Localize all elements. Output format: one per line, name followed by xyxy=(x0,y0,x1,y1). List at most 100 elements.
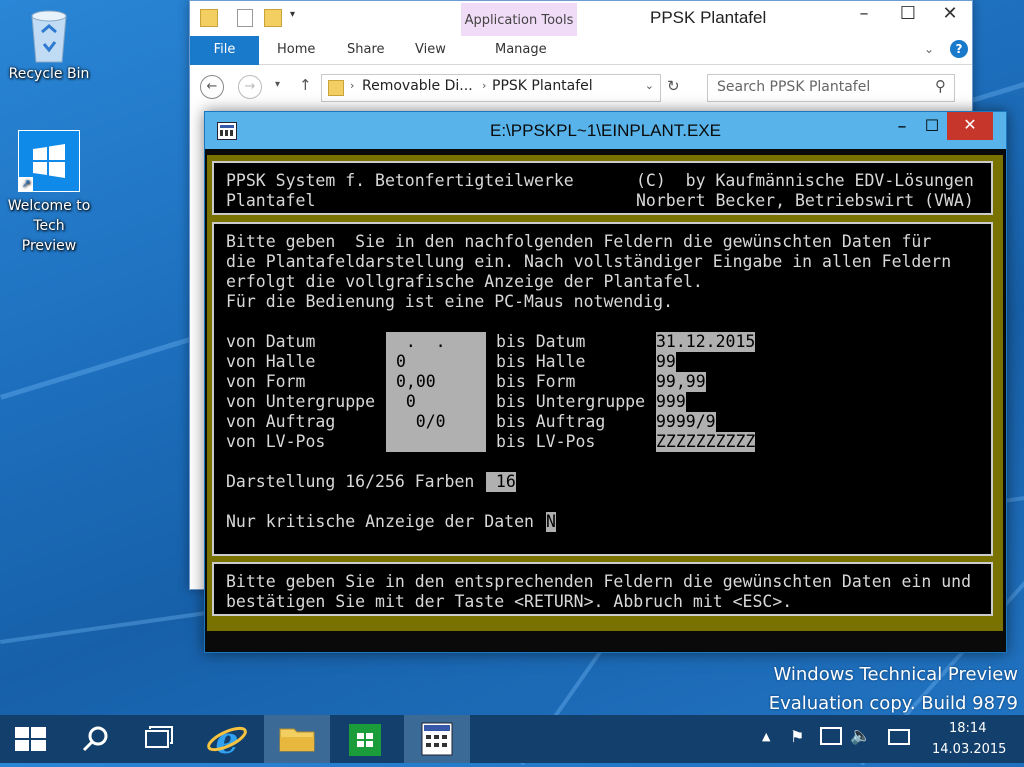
from-subgroup-field[interactable]: 0 xyxy=(396,392,416,412)
properties-icon[interactable] xyxy=(237,9,253,27)
taskbar: e ▲ ⚑ 🔈 18:14 14.03.2015 xyxy=(0,715,1024,763)
search-icon xyxy=(82,726,108,752)
search-icon[interactable]: ⚲ xyxy=(935,77,946,95)
back-button[interactable]: ← xyxy=(200,75,224,99)
maximize-button[interactable]: ☐ xyxy=(917,116,947,135)
footer-box: Bitte geben Sie in den entsprechenden Fe… xyxy=(212,562,993,616)
search-button[interactable] xyxy=(64,715,126,763)
intro-line: Bitte geben Sie in den nachfolgenden Fel… xyxy=(226,232,932,251)
up-button[interactable]: ↑ xyxy=(299,76,312,94)
breadcrumb-separator-icon: › xyxy=(350,79,355,92)
explorer-titlebar[interactable]: ▾ Application Tools PPSK Plantafel – ☐ ✕ xyxy=(190,1,972,65)
from-subgroup-label: von Untergruppe xyxy=(226,392,376,411)
to-hall-field[interactable]: 99 xyxy=(656,352,676,372)
from-form-field[interactable]: 0,00 xyxy=(396,372,436,392)
forward-button[interactable]: → xyxy=(238,75,262,99)
volume-icon[interactable]: 🔈 xyxy=(850,726,871,746)
breadcrumb-separator-icon: › xyxy=(482,79,487,92)
explorer-title: PPSK Plantafel xyxy=(650,8,767,27)
to-subgroup-field[interactable]: 999 xyxy=(656,392,686,412)
shortcut-arrow-icon: ↗ xyxy=(19,177,33,191)
taskbar-internet-explorer[interactable]: e xyxy=(196,715,258,763)
refresh-button[interactable]: ↻ xyxy=(667,77,680,95)
address-dropdown-icon[interactable]: ⌄ xyxy=(645,79,654,92)
taskbar-file-explorer[interactable] xyxy=(264,715,330,763)
console-window[interactable]: E:\PPSKPL~1\EINPLANT.EXE – ☐ ✕ PPSK Syst… xyxy=(204,111,1007,653)
tab-share[interactable]: Share xyxy=(347,42,385,57)
windows-logo-tile-icon: ↗ xyxy=(18,130,80,192)
network-icon[interactable] xyxy=(820,727,842,745)
welcome-tech-preview-desktop-icon[interactable]: ↗ Welcome to Tech Preview xyxy=(4,130,94,256)
to-lv-pos-field[interactable]: ZZZZZZZZZZ xyxy=(656,432,756,452)
to-form-label: bis Form xyxy=(496,372,576,391)
close-button[interactable]: ✕ xyxy=(928,1,972,29)
show-hidden-icons-button[interactable]: ▲ xyxy=(762,730,770,743)
watermark-line1: Windows Technical Preview xyxy=(773,664,1018,685)
windows-logo-icon xyxy=(15,727,46,751)
folder-icon xyxy=(279,728,315,752)
from-hall-field[interactable]: 0 xyxy=(396,352,406,372)
to-lv-pos-label: bis LV-Pos xyxy=(496,432,596,451)
console-titlebar[interactable]: E:\PPSKPL~1\EINPLANT.EXE – ☐ ✕ xyxy=(205,112,1006,149)
footer-line: Bitte geben Sie in den entsprechenden Fe… xyxy=(226,572,972,591)
minimize-button[interactable]: – xyxy=(887,116,917,137)
colors-field[interactable]: 16 xyxy=(486,472,516,492)
from-lv-pos-field[interactable] xyxy=(386,432,486,452)
breadcrumb-folder[interactable]: PPSK Plantafel xyxy=(492,78,593,94)
store-icon xyxy=(349,724,381,756)
keyboard-icon[interactable] xyxy=(888,729,910,745)
recycle-bin-desktop-icon[interactable]: Recycle Bin xyxy=(4,2,94,84)
maximize-button[interactable]: ☐ xyxy=(886,1,930,29)
footer-line: bestätigen Sie mit der Taste <RETURN>. A… xyxy=(226,592,793,611)
address-bar[interactable]: › Removable Di... › PPSK Plantafel ⌄ xyxy=(321,74,661,102)
taskbar-console-app[interactable] xyxy=(404,715,470,763)
intro-line: erfolgt die vollgrafische Anzeige der Pl… xyxy=(226,272,703,291)
console-app-icon xyxy=(421,722,453,756)
to-order-label: bis Auftrag xyxy=(496,412,606,431)
minimize-button[interactable]: – xyxy=(842,1,886,29)
to-subgroup-label: bis Untergruppe xyxy=(496,392,646,411)
from-date-field[interactable]: . . xyxy=(386,332,486,352)
search-input[interactable]: Search PPSK Plantafel ⚲ xyxy=(707,74,955,102)
expand-ribbon-icon[interactable]: ⌄ xyxy=(924,42,934,56)
to-date-field[interactable]: 31.12.2015 xyxy=(656,332,756,352)
header-line2-left: Plantafel xyxy=(226,191,316,210)
welcome-label: Welcome to Tech Preview xyxy=(7,198,91,254)
clock-time[interactable]: 18:14 xyxy=(949,721,986,736)
from-order-label: von Auftrag xyxy=(226,412,336,431)
tab-manage[interactable]: Manage xyxy=(495,42,547,57)
taskbar-store[interactable] xyxy=(334,715,396,763)
console-title: E:\PPSKPL~1\EINPLANT.EXE xyxy=(489,121,722,140)
watermark-line2: Evaluation copy. Build 9879 xyxy=(768,693,1018,714)
recycle-bin-label: Recycle Bin xyxy=(8,66,90,82)
chevron-down-icon[interactable]: ▾ xyxy=(290,9,295,20)
folder-icon xyxy=(200,9,218,27)
tab-file[interactable]: File xyxy=(190,36,259,65)
from-order-field[interactable]: 0/0 xyxy=(386,412,446,432)
from-hall-label: von Halle xyxy=(226,352,316,371)
start-button[interactable] xyxy=(0,715,62,763)
to-order-field[interactable]: 9999/9 xyxy=(656,412,716,432)
critical-field[interactable]: N xyxy=(546,512,556,532)
help-icon[interactable]: ? xyxy=(950,40,968,58)
clock-date[interactable]: 14.03.2015 xyxy=(932,742,1006,757)
intro-line: Für die Bedienung ist eine PC-Maus notwe… xyxy=(226,292,674,311)
to-date-label: bis Datum xyxy=(496,332,586,351)
from-lv-pos-label: von LV-Pos xyxy=(226,432,326,451)
tab-home[interactable]: Home xyxy=(277,42,315,57)
recycle-bin-icon xyxy=(31,10,67,63)
tab-view[interactable]: View xyxy=(415,42,446,57)
close-button[interactable]: ✕ xyxy=(947,112,993,140)
to-form-field[interactable]: 99,99 xyxy=(656,372,706,392)
ribbon-tabs: File Home Share View Manage ⌄ ? xyxy=(190,36,972,65)
task-view-icon xyxy=(145,726,173,748)
critical-label: Nur kritische Anzeige der Daten xyxy=(226,512,534,531)
recent-chevron-icon[interactable]: ▾ xyxy=(275,79,280,90)
breadcrumb-drive[interactable]: Removable Di... xyxy=(362,78,473,94)
header-box: PPSK System f. Betonfertigteilwerke (C) … xyxy=(212,161,993,215)
action-center-icon[interactable]: ⚑ xyxy=(790,727,804,746)
task-view-button[interactable] xyxy=(128,715,190,763)
intro-line: die Plantafeldarstellung ein. Nach volls… xyxy=(226,252,952,271)
header-line1-left: PPSK System f. Betonfertigteilwerke xyxy=(226,171,574,190)
new-folder-icon[interactable] xyxy=(264,9,282,27)
